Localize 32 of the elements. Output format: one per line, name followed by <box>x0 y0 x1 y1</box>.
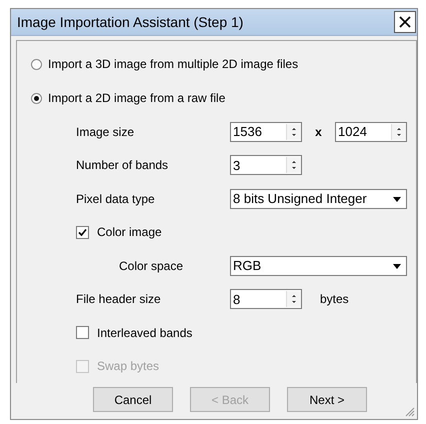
unit-label: bytes <box>320 292 349 306</box>
dialog-button[interactable]: Cancel <box>93 387 173 412</box>
spin-arrows-icon[interactable] <box>286 124 301 140</box>
spin-arrows-icon[interactable] <box>286 157 301 174</box>
checkbox-label: Interleaved bands <box>97 326 192 340</box>
close-button[interactable] <box>394 11 416 33</box>
times-sign: x <box>314 124 323 139</box>
radio-button[interactable] <box>31 92 42 104</box>
spin-arrows-icon[interactable] <box>286 291 301 308</box>
number-field[interactable]: 1024 <box>335 122 407 142</box>
field-label: Pixel data type <box>76 192 156 206</box>
field-label: Image size <box>76 124 136 139</box>
close-icon <box>398 15 412 29</box>
checkbox[interactable] <box>76 326 89 340</box>
number-field[interactable]: 3 <box>230 155 302 176</box>
window-title: Image Importation Assistant (Step 1) <box>17 14 244 30</box>
field-label: File header size <box>76 292 162 306</box>
dialog-button[interactable]: Next > <box>287 387 367 412</box>
number-field[interactable]: 1536 <box>230 122 302 142</box>
radio-label: Import a 3D image from multiple 2D image files <box>48 57 298 71</box>
dropdown[interactable]: 8 bits Unsigned Integer <box>230 188 407 209</box>
number-field[interactable]: 8 <box>230 289 302 310</box>
checkbox-label: Color image <box>97 225 162 240</box>
resize-grip-icon[interactable] <box>405 407 415 417</box>
field-label: Color space <box>119 258 184 273</box>
radio-label: Import a 2D image from a raw file <box>48 91 226 105</box>
spin-arrows-icon[interactable] <box>391 124 406 140</box>
checkbox-label: Swap bytes <box>97 359 160 374</box>
dropdown[interactable]: RGB <box>230 256 407 276</box>
checkbox[interactable] <box>76 226 89 239</box>
radio-button[interactable] <box>31 58 42 70</box>
field-label: Number of bands <box>76 158 170 172</box>
